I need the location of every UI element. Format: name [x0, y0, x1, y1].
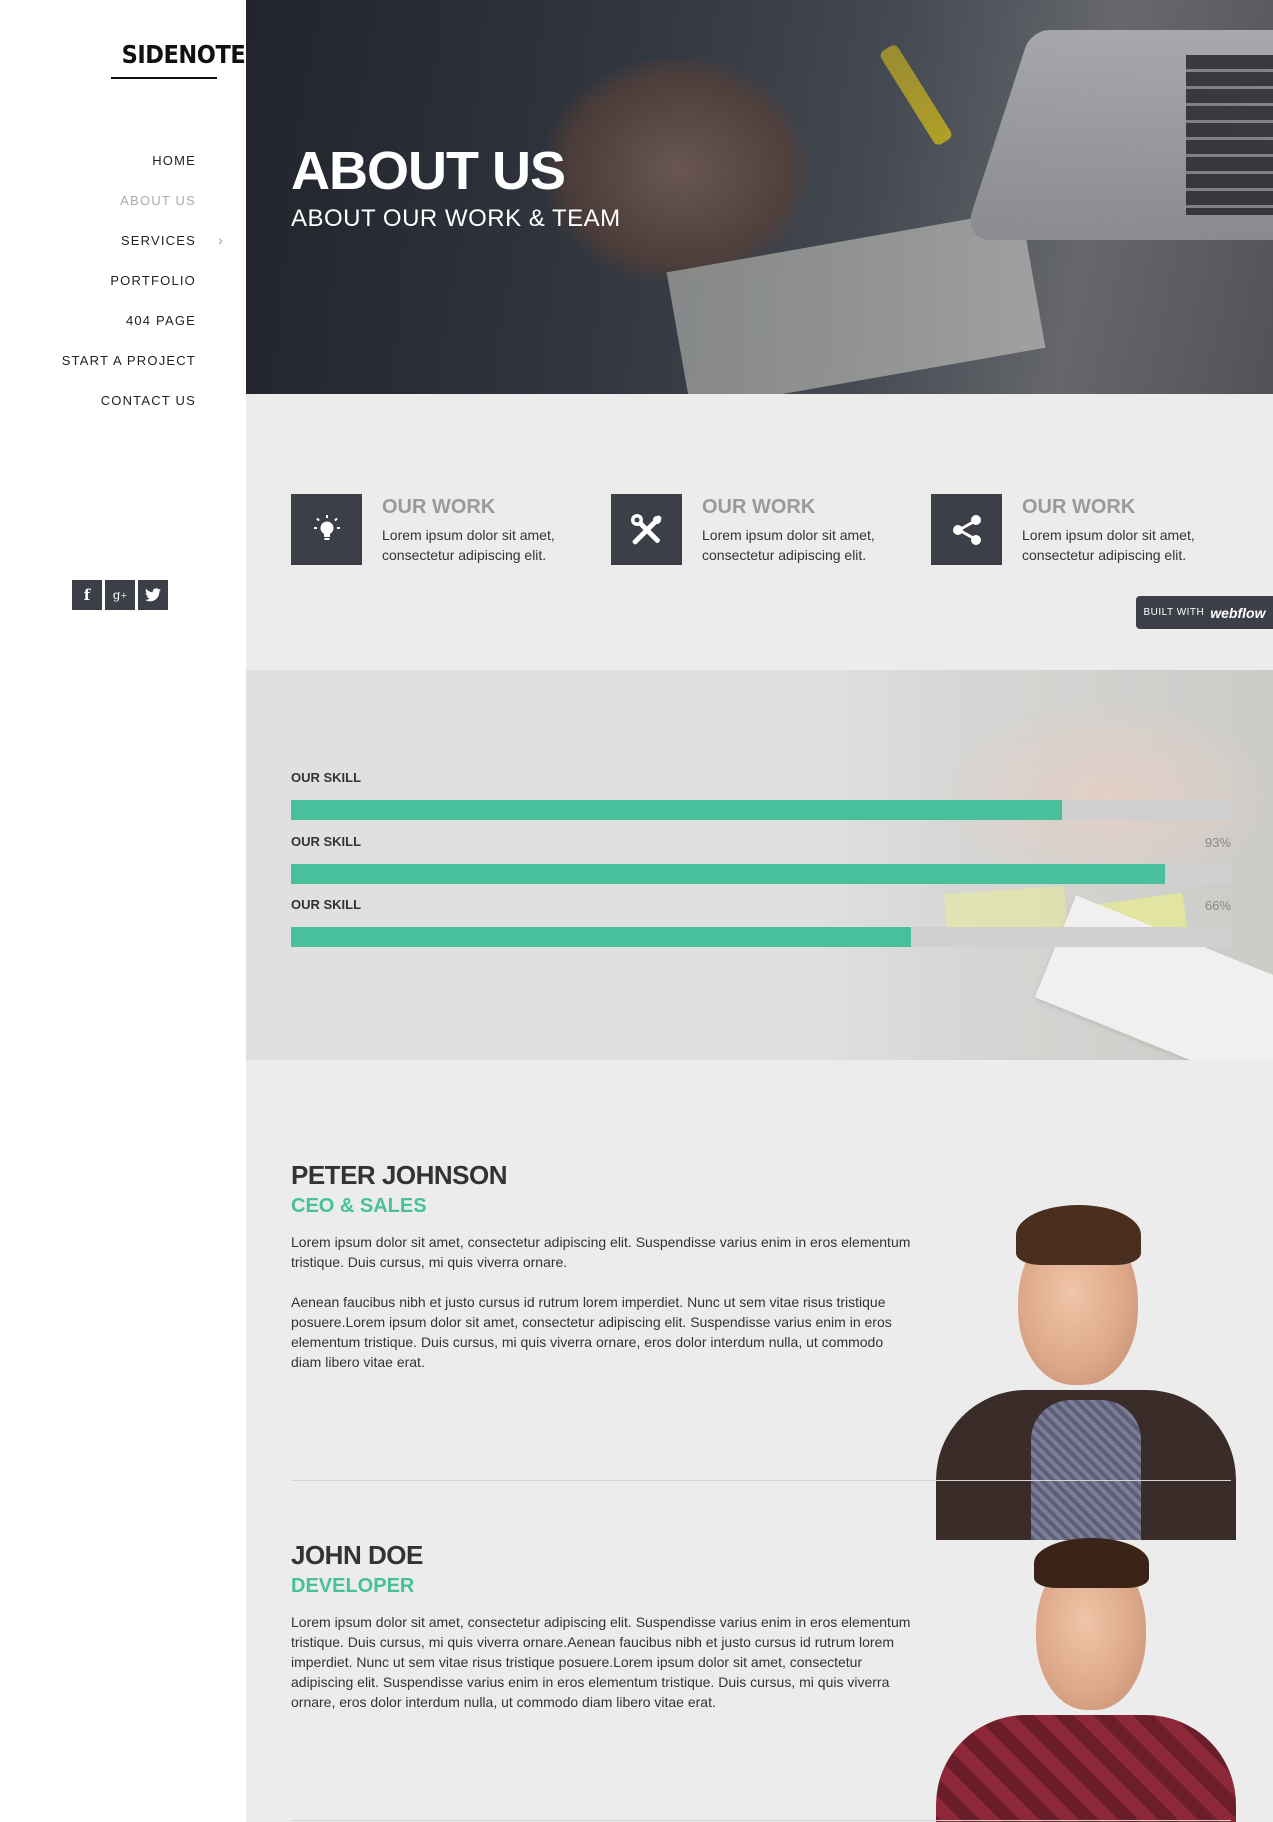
member-bio-paragraph: Lorem ipsum dolor sit amet, consectetur …	[291, 1234, 911, 1270]
twitter-icon[interactable]	[138, 580, 168, 610]
facebook-icon[interactable]: f	[72, 580, 102, 610]
nav-item-label: START A PROJECT	[61, 352, 196, 368]
nav-item-label: 404 PAGE	[125, 312, 196, 328]
skill-progress-bar	[291, 864, 1231, 884]
member-bio: Lorem ipsum dolor sit amet, consectetur …	[291, 1232, 916, 1372]
nav-item-404-page[interactable]: 404 PAGE	[62, 300, 196, 340]
nav-item-home[interactable]: HOME	[62, 140, 196, 180]
photo-hair	[1016, 1205, 1141, 1265]
member-bio-paragraph: Lorem ipsum dolor sit amet, consectetur …	[291, 1614, 911, 1710]
nav-item-label: ABOUT US	[120, 192, 196, 208]
nav-item-about-us[interactable]: ABOUT US	[62, 180, 196, 220]
page-subtitle: ABOUT OUR WORK & TEAM	[291, 205, 621, 232]
nav-item-label: HOME	[152, 152, 196, 168]
hero-banner: ABOUT US ABOUT OUR WORK & TEAM	[246, 0, 1273, 394]
webflow-badge-brand: webflow	[1210, 604, 1266, 621]
nav-item-label: CONTACT US	[100, 392, 196, 408]
skill-label: OUR SKILL	[291, 770, 362, 785]
skill-percent: 66%	[1204, 898, 1231, 913]
social-links: f g +	[72, 580, 168, 610]
logo[interactable]: SIDENOTE	[122, 40, 246, 69]
skill-progress-fill	[291, 927, 912, 947]
webflow-badge-prefix: BUILT WITH	[1143, 607, 1205, 618]
skill-percent: 93%	[1204, 835, 1231, 850]
skill-progress-bar	[291, 927, 1231, 947]
nav-item-label: SERVICES	[120, 232, 196, 248]
lightbulb-icon	[291, 494, 362, 565]
skill-progress-bar	[291, 800, 1231, 820]
team-divider	[291, 1480, 1231, 1481]
nav-item-portfolio[interactable]: PORTFOLIO	[62, 260, 196, 300]
skill-label: OUR SKILL	[291, 834, 362, 849]
member-name: PETER JOHNSON	[291, 1160, 508, 1190]
team-section: PETER JOHNSON CEO & SALES Lorem ipsum do…	[246, 1060, 1273, 1822]
skill-progress-fill	[291, 800, 1062, 820]
tools-icon	[611, 494, 682, 565]
feature-title: OUR WORK	[382, 496, 496, 518]
member-bio: Lorem ipsum dolor sit amet, consectetur …	[291, 1612, 916, 1712]
google-plus-icon[interactable]: g +	[105, 580, 135, 610]
photo-sweater	[936, 1715, 1236, 1822]
member-photo	[936, 1530, 1236, 1822]
feature-title: OUR WORK	[1022, 496, 1136, 518]
feature-description: Lorem ipsum dolor sit amet, consectetur …	[382, 527, 555, 563]
skill-label: OUR SKILL	[291, 897, 362, 912]
sidebar: SIDENOTE HOME ABOUT US SERVICES › PORTFOL…	[0, 0, 246, 1822]
feature-item: OUR WORK Lorem ipsum dolor sit amet, con…	[611, 494, 892, 565]
main-nav: HOME ABOUT US SERVICES › PORTFOLIO 404 PA…	[62, 140, 223, 420]
feature-item: OUR WORK Lorem ipsum dolor sit amet, con…	[931, 494, 1212, 565]
feature-title: OUR WORK	[702, 496, 816, 518]
logo-underline	[111, 77, 217, 79]
built-with-webflow-badge[interactable]: BUILT WITH webflow	[1136, 596, 1273, 629]
skill-progress-fill	[291, 864, 1166, 884]
skills-section: OUR SKILL OUR SKILL 93% OUR SKILL 66%	[246, 670, 1273, 1060]
skills-photo-hands	[946, 700, 1273, 890]
skill-item: OUR SKILL 66%	[291, 897, 1231, 947]
photo-shirt	[1031, 1400, 1141, 1540]
nav-item-services[interactable]: SERVICES ›	[62, 220, 223, 260]
feature-description: Lorem ipsum dolor sit amet, consectetur …	[1022, 527, 1195, 563]
team-divider	[291, 1820, 1231, 1821]
chevron-right-icon[interactable]: ›	[218, 232, 224, 248]
share-icon	[931, 494, 1002, 565]
features-section: OUR WORK Lorem ipsum dolor sit amet, con…	[246, 394, 1273, 670]
nav-item-start-a-project[interactable]: START A PROJECT	[62, 340, 196, 380]
skill-item: OUR SKILL	[291, 770, 1231, 820]
page-title: ABOUT US	[291, 141, 566, 201]
member-bio-paragraph: Aenean faucibus nibh et justo cursus id …	[291, 1294, 892, 1370]
feature-description: Lorem ipsum dolor sit amet, consectetur …	[702, 527, 875, 563]
photo-hair	[1034, 1538, 1149, 1588]
member-photo	[936, 1200, 1236, 1540]
nav-item-contact-us[interactable]: CONTACT US	[62, 380, 196, 420]
feature-item: OUR WORK Lorem ipsum dolor sit amet, con…	[291, 494, 572, 565]
skill-item: OUR SKILL 93%	[291, 834, 1231, 884]
nav-item-label: PORTFOLIO	[110, 272, 196, 288]
